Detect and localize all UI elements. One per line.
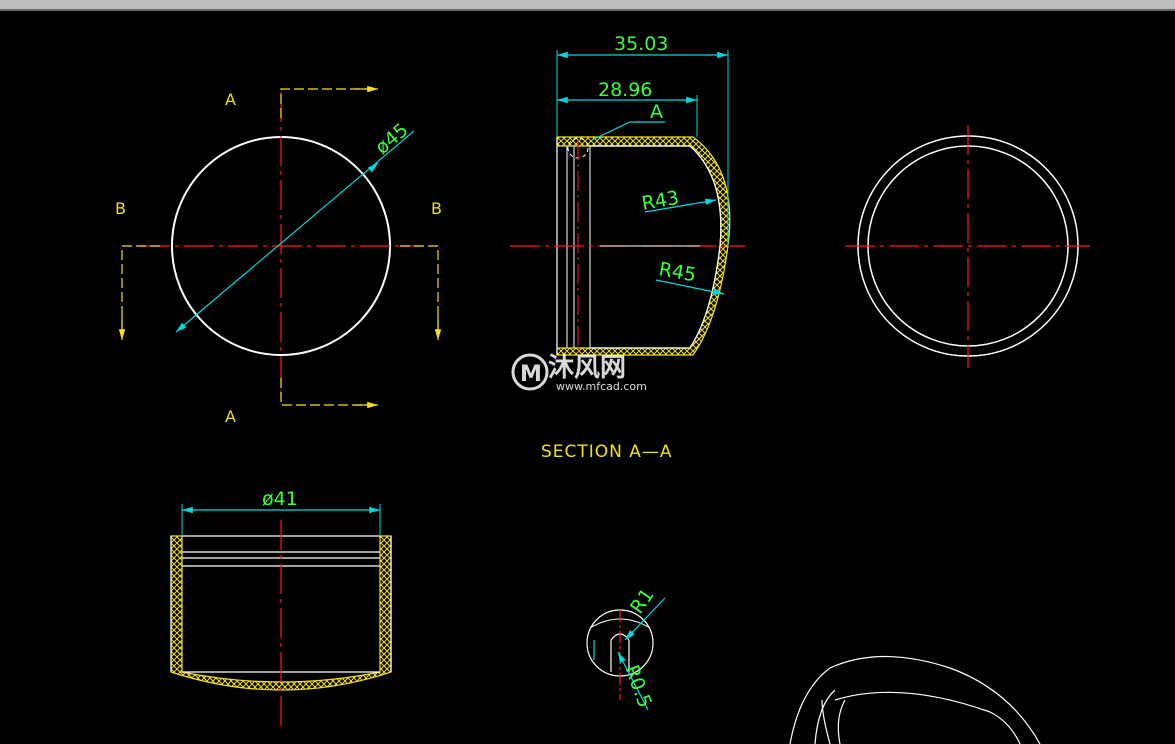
section-label-a-top: A: [225, 90, 236, 109]
right-view: [845, 125, 1090, 368]
isometric-view-partial: [789, 655, 1041, 744]
section-a-a-view: 35.03 28.96 A R43 R45 SECTION A—A: [510, 33, 745, 462]
detail-view: R1 R0.5: [586, 585, 666, 711]
dia41-dimension-text: ø41: [262, 488, 298, 510]
section-label-a-bottom: A: [225, 407, 236, 426]
a-leader-text: A: [650, 101, 663, 123]
watermark-brand: 沐风网: [548, 353, 626, 383]
section-label-b-left: B: [115, 199, 126, 218]
r43-dimension-text: R43: [640, 187, 681, 215]
window-top-bar: [0, 0, 1175, 11]
front-view: A A B B ø45: [115, 85, 442, 426]
r45-dimension-text: R45: [657, 258, 698, 286]
section-b-marks: [118, 245, 442, 340]
watermark-url: www.mfcad.com: [556, 380, 647, 393]
cad-drawing-canvas[interactable]: A A B B ø45 35.03 28.96 A R43 R45 SECTIO…: [0, 11, 1175, 744]
svg-text:M: M: [520, 362, 542, 387]
len28-dimension-text: 28.96: [598, 79, 652, 101]
r1-dimension-text: R1: [626, 585, 659, 618]
section-title: SECTION A—A: [541, 442, 673, 462]
section-a-marks: [280, 85, 378, 409]
len35-dimension-text: 35.03: [614, 33, 668, 55]
r05-dimension-text: R0.5: [620, 662, 656, 710]
section-label-b-right: B: [431, 199, 442, 218]
watermark: M 沐风网 www.mfcad.com: [511, 353, 647, 393]
section-b-view: ø41: [170, 488, 392, 730]
dia45-dimension-text: ø45: [371, 119, 413, 159]
